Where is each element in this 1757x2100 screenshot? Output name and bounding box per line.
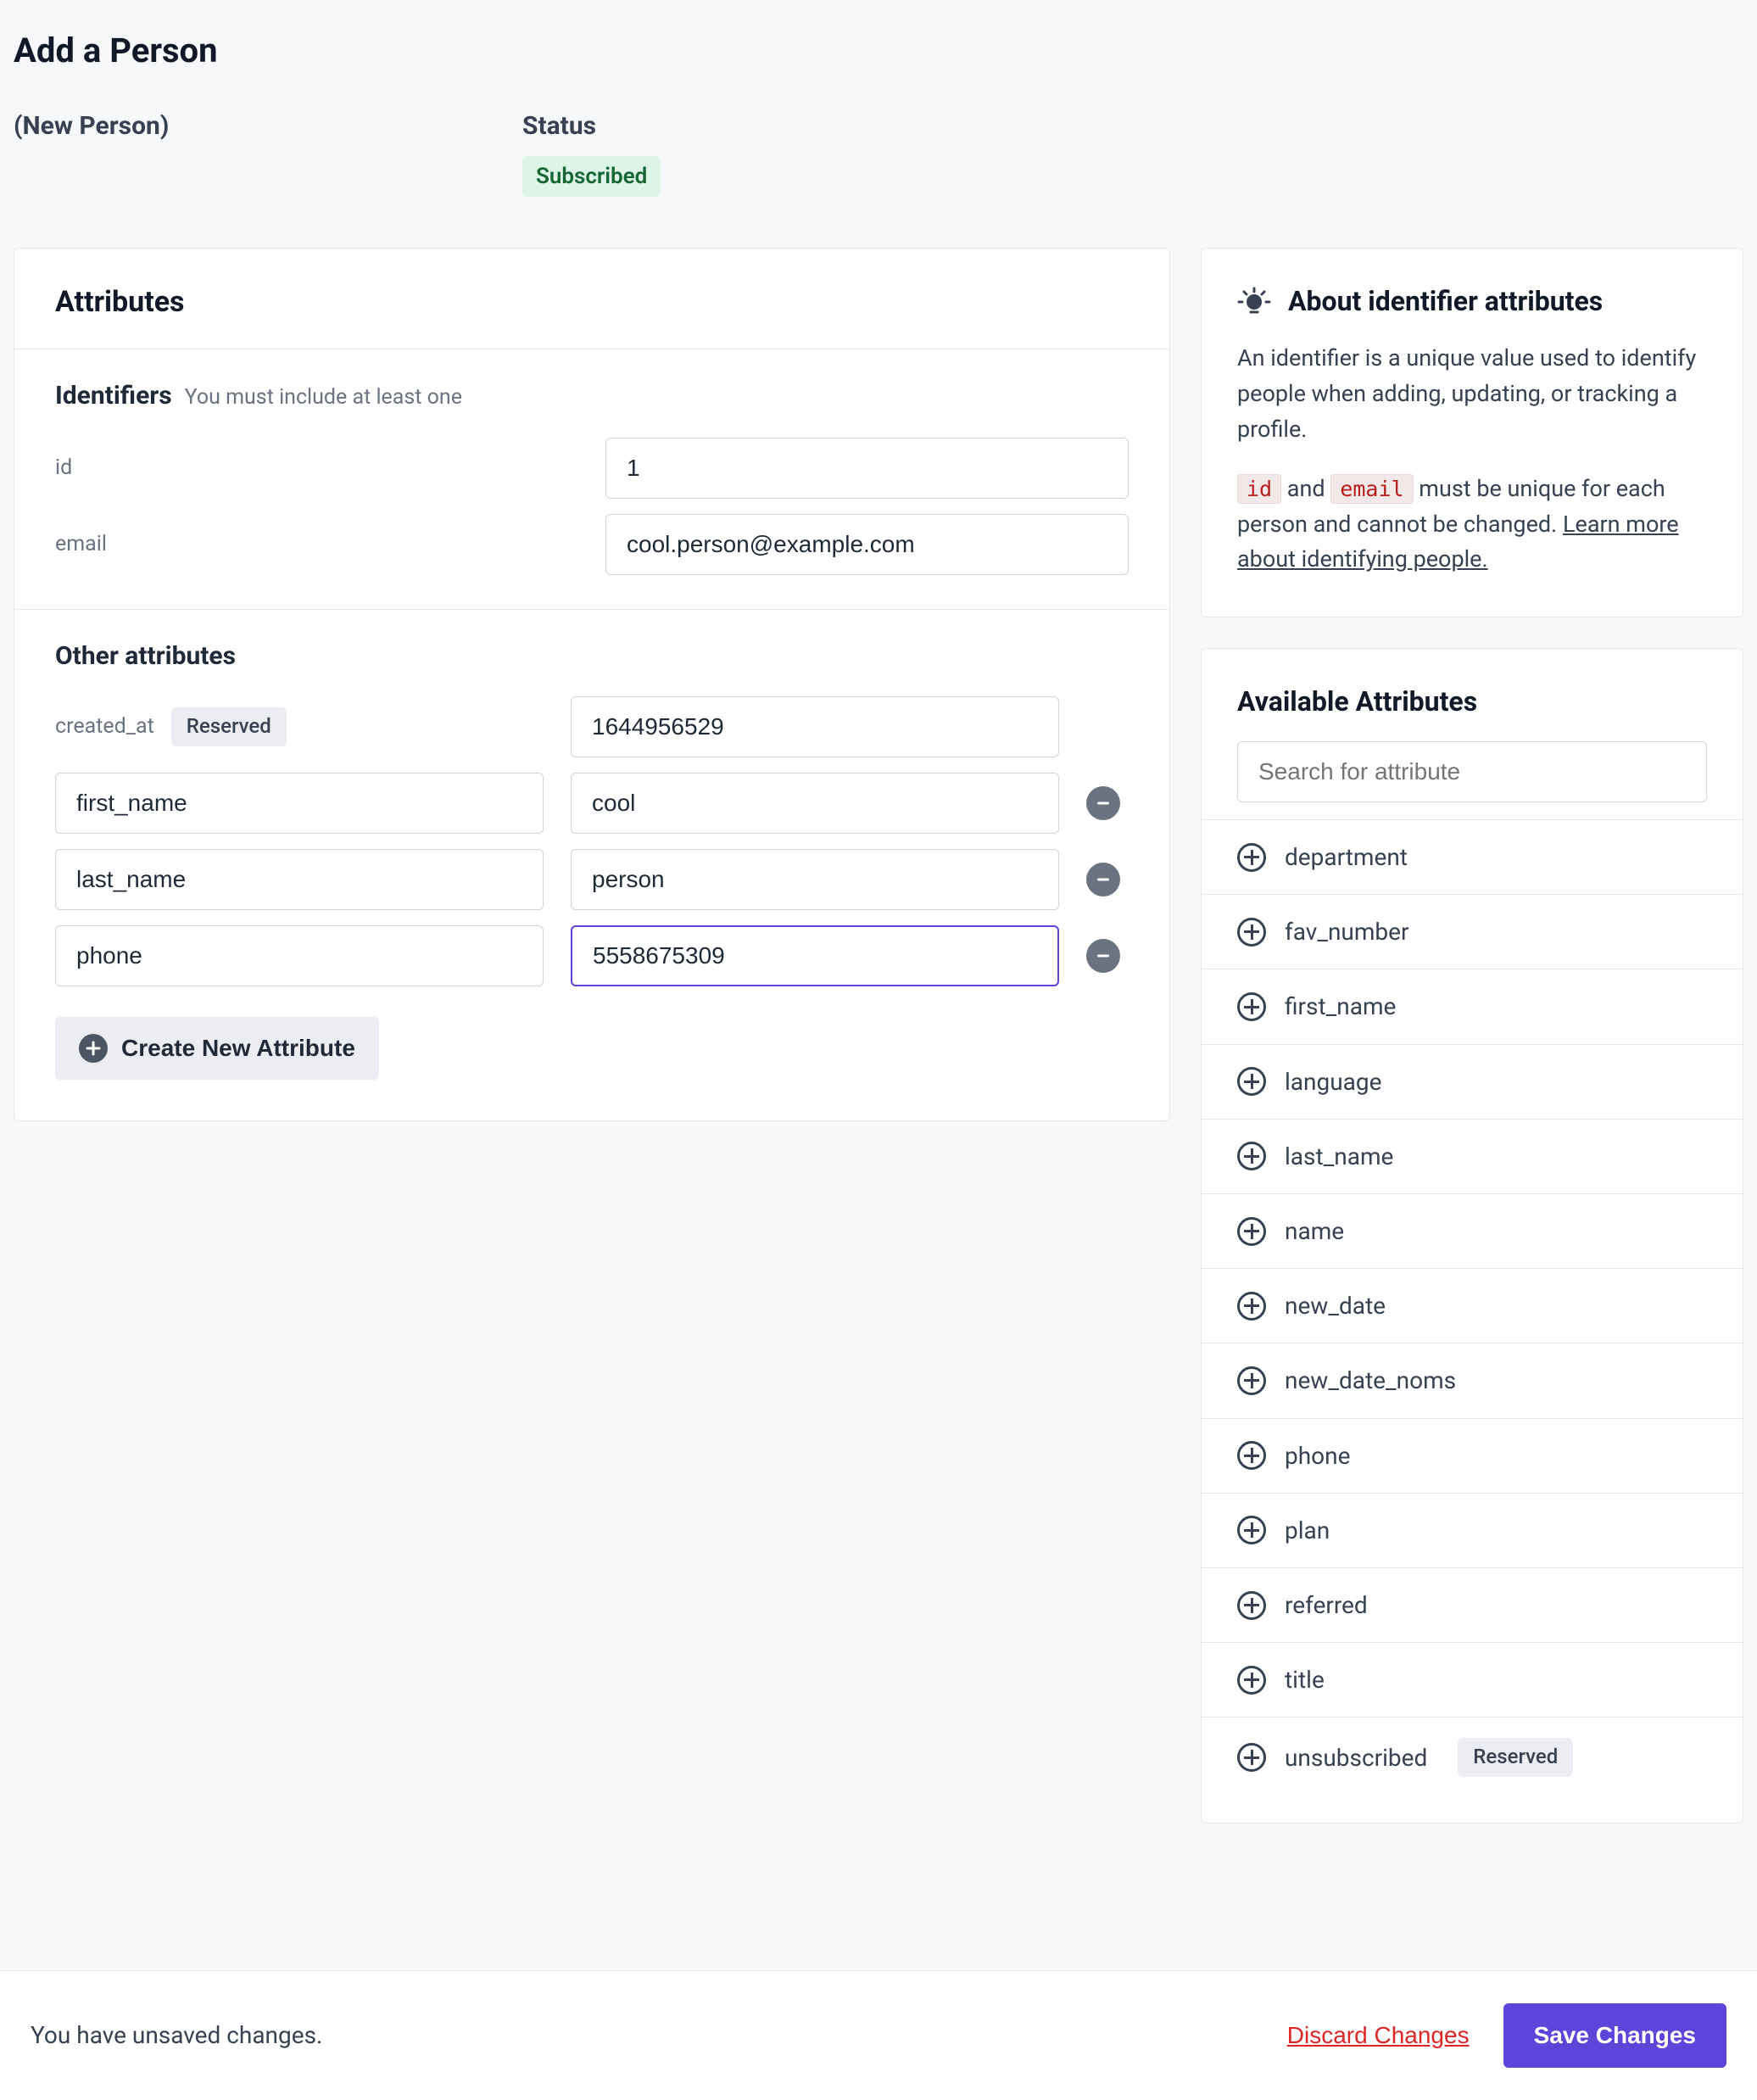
attr-value-input-1[interactable] [571, 849, 1059, 910]
code-email: email [1330, 474, 1413, 504]
created-at-label: created_at [55, 712, 154, 741]
remove-icon [1095, 795, 1112, 812]
available-attr-name: last_name [1285, 1140, 1393, 1173]
attributes-card: Attributes Identifiers You must include … [14, 248, 1170, 1121]
available-attr-row[interactable]: name [1202, 1193, 1743, 1268]
plus-circle-icon [1237, 1591, 1266, 1620]
about-description: An identifier is a unique value used to … [1237, 341, 1707, 448]
about-identifier-rule: id and email must be unique for each per… [1237, 472, 1707, 578]
available-attr-name: language [1285, 1065, 1381, 1098]
available-attr-row[interactable]: department [1202, 819, 1743, 894]
plus-circle-icon [1237, 843, 1266, 872]
available-attr-row[interactable]: referred [1202, 1567, 1743, 1642]
status-label: Status [522, 109, 963, 144]
attr-value-input-0[interactable] [571, 773, 1059, 834]
email-input[interactable] [605, 514, 1129, 575]
other-attributes-label: Other attributes [55, 639, 1129, 674]
remove-attr-button-2[interactable] [1086, 939, 1120, 973]
available-attr-row[interactable]: fav_number [1202, 894, 1743, 969]
create-new-attribute-button[interactable]: Create New Attribute [55, 1017, 379, 1080]
available-attr-name: phone [1285, 1439, 1350, 1472]
remove-attr-button-1[interactable] [1086, 863, 1120, 896]
plus-circle-icon [1237, 1441, 1266, 1470]
available-attr-row[interactable]: first_name [1202, 969, 1743, 1043]
plus-circle-icon [1237, 1666, 1266, 1695]
available-attr-row[interactable]: plan [1202, 1493, 1743, 1567]
available-attr-row[interactable]: unsubscribed Reserved [1202, 1717, 1743, 1797]
available-attr-row[interactable]: new_date_noms [1202, 1343, 1743, 1417]
about-identifiers-card: About identifier attributes An identifie… [1201, 248, 1743, 617]
plus-circle-icon [1237, 1366, 1266, 1395]
new-person-label: (New Person) [14, 109, 455, 144]
available-attr-row[interactable]: title [1202, 1642, 1743, 1717]
plus-circle-icon [1237, 918, 1266, 947]
attr-key-input-2[interactable] [55, 925, 544, 986]
save-changes-button[interactable]: Save Changes [1503, 2003, 1726, 2068]
about-title: About identifier attributes [1288, 282, 1603, 321]
available-attr-row[interactable]: last_name [1202, 1119, 1743, 1193]
plus-circle-icon [1237, 1292, 1266, 1321]
attr-key-input-0[interactable] [55, 773, 544, 834]
available-attr-name: new_date_noms [1285, 1364, 1456, 1397]
identifiers-label: Identifiers [55, 381, 172, 411]
footer-bar: You have unsaved changes. Discard Change… [0, 1970, 1757, 2100]
status-badge: Subscribed [522, 156, 661, 197]
reserved-badge: Reserved [171, 707, 287, 746]
plus-icon [79, 1034, 108, 1063]
email-label: email [55, 529, 578, 559]
remove-icon [1095, 947, 1112, 964]
available-attr-name: new_date [1285, 1289, 1386, 1322]
lightbulb-icon [1237, 285, 1271, 319]
unsaved-changes-message: You have unsaved changes. [31, 2019, 322, 2052]
available-attr-row[interactable]: new_date [1202, 1268, 1743, 1343]
attr-value-input-2[interactable] [571, 925, 1059, 986]
available-attr-name: referred [1285, 1589, 1368, 1622]
plus-circle-icon [1237, 1217, 1266, 1246]
available-attr-name: fav_number [1285, 915, 1408, 948]
plus-circle-icon [1237, 992, 1266, 1021]
code-id: id [1237, 474, 1281, 504]
id-input[interactable] [605, 438, 1129, 499]
available-attr-name: first_name [1285, 990, 1396, 1023]
reserved-badge: Reserved [1458, 1738, 1573, 1777]
available-attr-name: title [1285, 1663, 1325, 1696]
attr-key-input-1[interactable] [55, 849, 544, 910]
available-attr-name: unsubscribed [1285, 1741, 1427, 1774]
create-new-attribute-label: Create New Attribute [121, 1035, 355, 1062]
plus-circle-icon [1237, 1516, 1266, 1544]
available-attr-name: department [1285, 841, 1408, 874]
page-title: Add a Person [14, 14, 1743, 109]
plus-circle-icon [1237, 1142, 1266, 1170]
available-attributes-title: Available Attributes [1237, 683, 1707, 721]
available-attr-name: name [1285, 1215, 1344, 1248]
remove-icon [1095, 871, 1112, 888]
discard-changes-button[interactable]: Discard Changes [1287, 2022, 1470, 2049]
plus-circle-icon [1237, 1067, 1266, 1096]
available-attributes-card: Available Attributes department fav_numbe… [1201, 648, 1743, 1824]
available-attribute-list: department fav_number first_name language la… [1202, 819, 1743, 1797]
identifiers-hint: You must include at least one [185, 385, 462, 410]
attribute-search-input[interactable] [1237, 741, 1707, 802]
available-attr-row[interactable]: phone [1202, 1418, 1743, 1493]
available-attr-row[interactable]: language [1202, 1044, 1743, 1119]
person-meta: (New Person) Status Subscribed [14, 109, 1743, 248]
attributes-title: Attributes [55, 282, 1129, 323]
plus-circle-icon [1237, 1743, 1266, 1772]
available-attr-name: plan [1285, 1514, 1330, 1547]
id-label: id [55, 453, 578, 483]
remove-attr-button-0[interactable] [1086, 786, 1120, 820]
created-at-input[interactable] [571, 696, 1059, 757]
